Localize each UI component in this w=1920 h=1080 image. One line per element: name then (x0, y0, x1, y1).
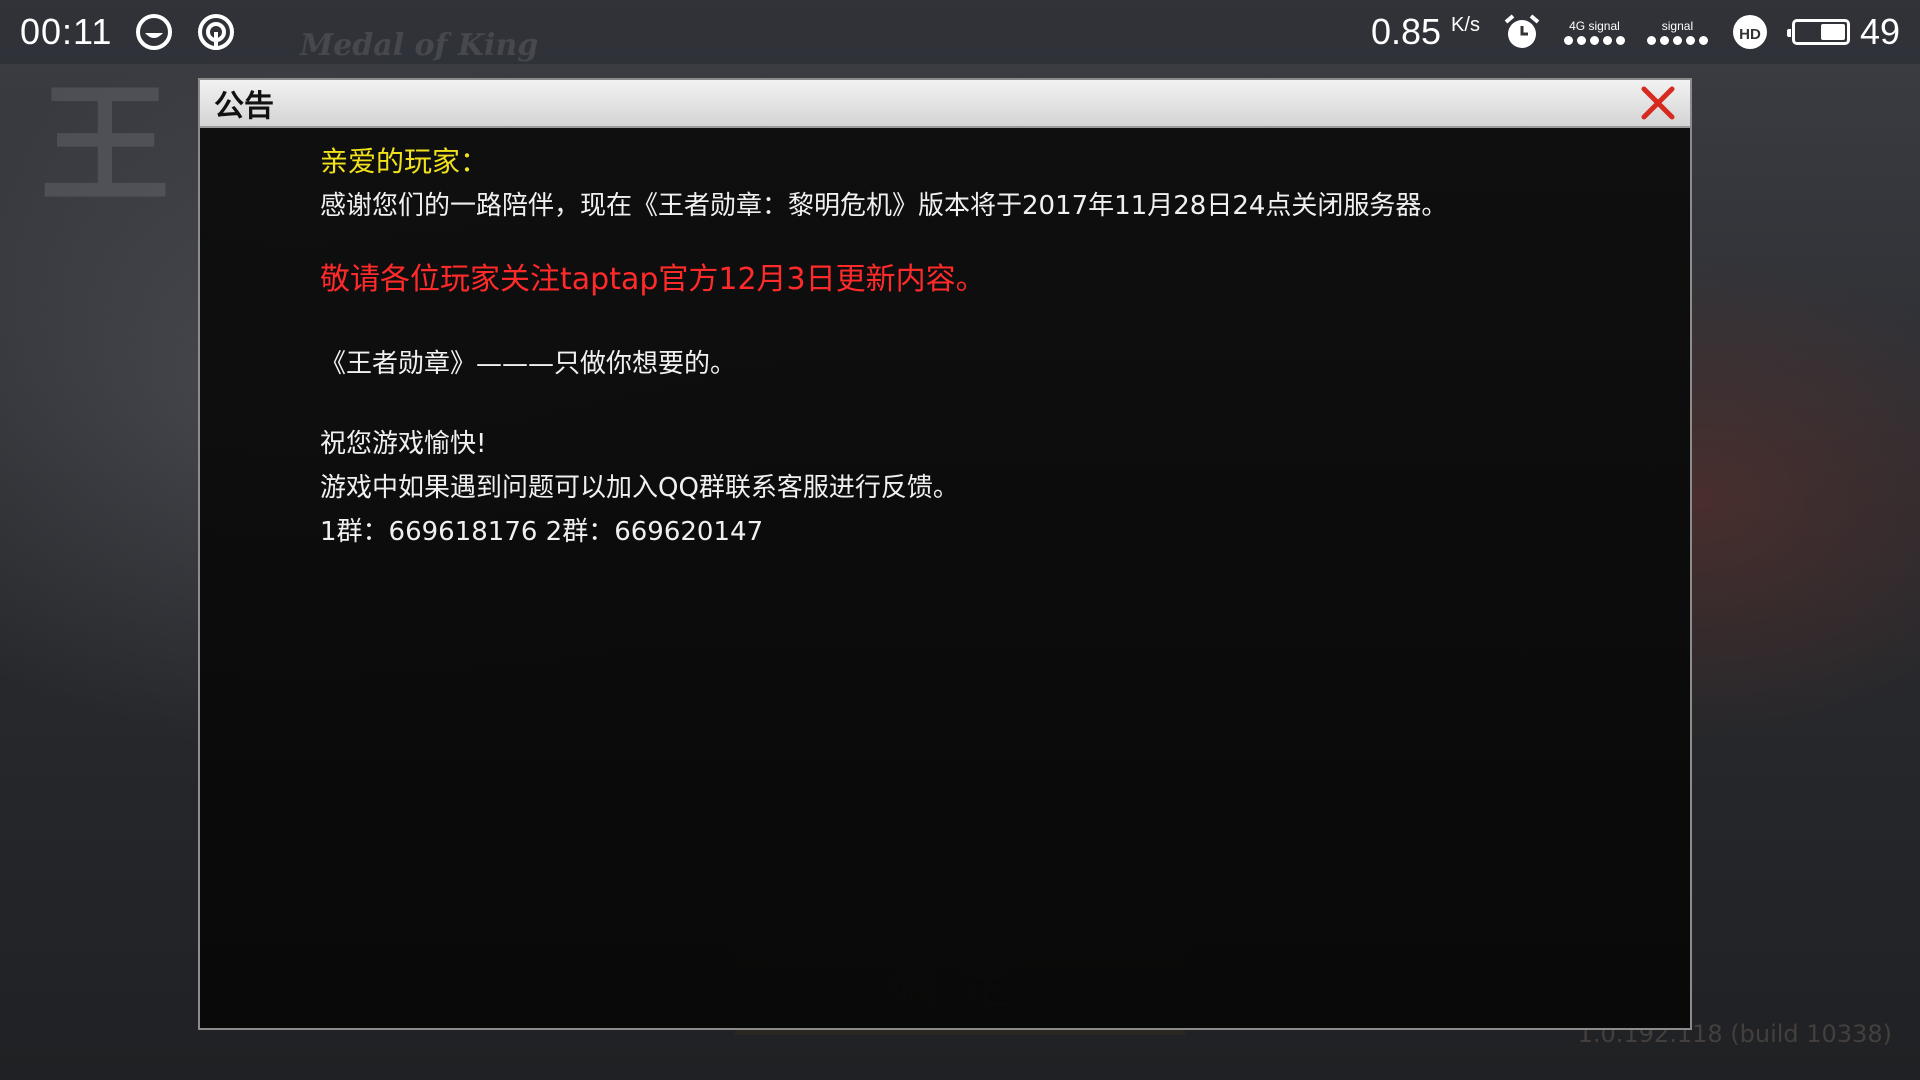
close-button[interactable] (1638, 83, 1678, 123)
signal-strength-1: 4G signal (1563, 18, 1625, 45)
network-type: 4G (1569, 18, 1586, 33)
feedback-text: 游戏中如果遇到问题可以加入QQ群联系客服进行反馈。 (320, 473, 959, 503)
thanks-text: 感谢您们的一路陪伴，现在《王者勋章：黎明危机》版本将于2017年11月28日24… (320, 191, 1448, 221)
update-notice-text: 敬请各位玩家关注taptap官方12月3日更新内容。 (320, 262, 986, 297)
qq-groups-text: 1群：669618176 2群：669620147 (320, 517, 764, 547)
signal-strength-2: signal (1646, 18, 1708, 45)
hotspot-icon (196, 12, 236, 52)
network-speed: 0.85 K/s (1371, 11, 1480, 53)
hd-icon: HD (1730, 12, 1770, 52)
slogan-text: 《王者勋章》———只做你想要的。 (320, 349, 737, 379)
battery-icon (1786, 19, 1850, 45)
battery-indicator: 49 (1786, 11, 1900, 53)
network-speed-unit: K/s (1451, 14, 1480, 36)
dialog-content: 亲爱的玩家： 感谢您们的一路陪伴，现在《王者勋章：黎明危机》版本将于2017年1… (200, 128, 1690, 554)
app-icon (134, 12, 174, 52)
dialog-header: 公告 (200, 80, 1690, 128)
close-icon (1641, 86, 1675, 120)
greeting-text: 亲爱的玩家： (320, 145, 489, 178)
wish-text: 祝您游戏愉快! (320, 429, 487, 459)
announcement-dialog: 公告 亲爱的玩家： 感谢您们的一路陪伴，现在《王者勋章：黎明危机》版本将于201… (198, 78, 1692, 1030)
clock: 00:11 (20, 11, 113, 52)
signal-label-1: signal (1588, 18, 1620, 33)
background-logo-glyph: 王 (40, 68, 171, 221)
battery-level: 49 (1859, 11, 1900, 52)
hd-label: HD (1739, 26, 1761, 43)
network-speed-value: 0.85 (1370, 11, 1442, 52)
battery-fill (1820, 24, 1845, 40)
dialog-title: 公告 (214, 89, 274, 124)
signal-label-2: signal (1661, 18, 1694, 33)
status-bar: 00:11 0.85 K/s 4G signal signal HD 49 (0, 0, 1920, 64)
alarm-icon (1502, 12, 1542, 52)
